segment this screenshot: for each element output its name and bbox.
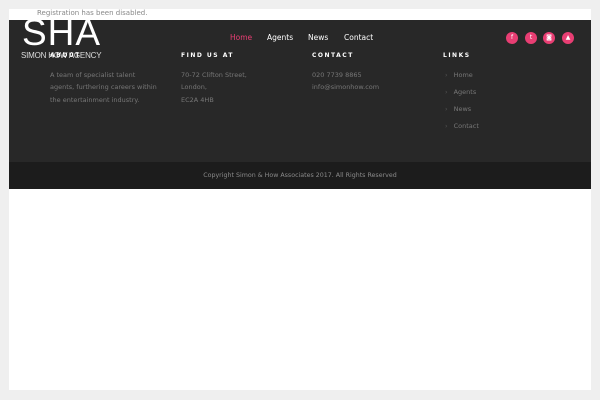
link-label: Agents <box>453 88 477 96</box>
nav-news[interactable]: News <box>308 33 328 42</box>
youtube-icon[interactable]: ▲ <box>562 32 574 44</box>
twitter-icon[interactable]: t <box>525 32 537 44</box>
address-line: London, <box>181 83 207 92</box>
find-heading: FIND US AT <box>181 52 234 59</box>
copyright-text: Copyright Simon & How Associates 2017. A… <box>203 172 397 179</box>
link-label: Contact <box>453 122 479 130</box>
copyright-bar: Copyright Simon & How Associates 2017. A… <box>9 162 591 189</box>
nav-contact[interactable]: Contact <box>344 33 373 42</box>
about-line: the entertainment industry. <box>50 95 140 104</box>
facebook-icon[interactable]: f <box>506 32 518 44</box>
footer-link-contact[interactable]: › Contact <box>445 122 479 130</box>
footer-link-home[interactable]: › Home <box>445 71 473 79</box>
nav-home[interactable]: Home <box>230 33 252 42</box>
nav-agents[interactable]: Agents <box>267 33 293 42</box>
address: 70-72 Clifton Street, London, EC2A 4HB <box>181 69 247 106</box>
contact-heading: CONTACT <box>312 52 354 59</box>
link-label: News <box>453 105 472 113</box>
email-link[interactable]: info@simonhow.com <box>312 81 379 93</box>
footer-link-news[interactable]: › News <box>445 105 471 113</box>
contact-info: 020 7739 8865 info@simonhow.com <box>312 69 379 94</box>
about-line: A team of specialist talent <box>50 71 136 79</box>
links-heading: LINKS <box>443 52 471 59</box>
address-line: 70-72 Clifton Street, <box>181 71 247 79</box>
address-line: EC2A 4HB <box>181 95 214 104</box>
about-heading: ABOUT <box>50 52 81 59</box>
about-text: A team of specialist talent agents, furt… <box>50 69 157 106</box>
about-line: agents, furthering careers within <box>50 83 157 92</box>
footer-link-agents[interactable]: › Agents <box>445 88 476 96</box>
logo-mark[interactable]: SHA <box>22 14 101 51</box>
instagram-icon[interactable]: ◙ <box>543 32 555 44</box>
link-label: Home <box>453 71 473 79</box>
phone: 020 7739 8865 <box>312 71 362 79</box>
